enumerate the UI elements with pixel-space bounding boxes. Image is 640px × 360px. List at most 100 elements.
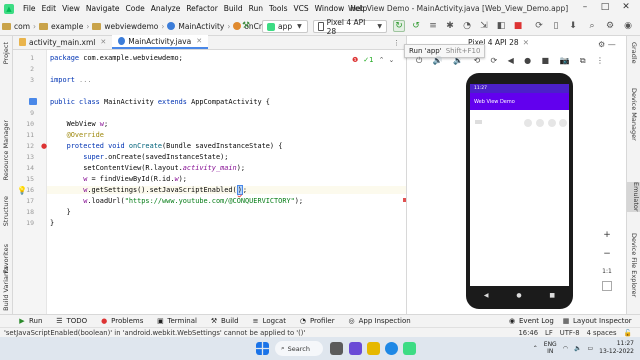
tool-terminal[interactable]: ▣ Terminal bbox=[156, 317, 197, 325]
chat-icon[interactable] bbox=[349, 342, 362, 355]
minimize-button[interactable]: – bbox=[576, 2, 594, 14]
overview-icon[interactable]: ■ bbox=[542, 56, 550, 68]
caret-position[interactable]: 16:46 bbox=[518, 329, 538, 337]
tool-emulator[interactable]: Emulator bbox=[627, 182, 640, 212]
code-editor[interactable]: package com.example.webviewdemo; import … bbox=[47, 50, 406, 314]
panel-options-icon[interactable]: ⚙ — bbox=[598, 40, 616, 49]
line-separator[interactable]: LF bbox=[545, 329, 553, 337]
rotate-left-icon[interactable]: ⟲ bbox=[473, 56, 480, 68]
volume-icon[interactable]: 🔈 bbox=[574, 345, 581, 352]
screenshot-icon[interactable]: 📷 bbox=[560, 56, 570, 68]
file-explorer-icon[interactable] bbox=[367, 342, 380, 355]
zoom-in-button[interactable]: + bbox=[600, 228, 614, 242]
close-button[interactable]: ✕ bbox=[617, 2, 635, 14]
coverage-icon[interactable]: ◧ bbox=[495, 20, 507, 32]
tool-layout-inspector[interactable]: ▦ Layout Inspector bbox=[562, 317, 632, 325]
chevron-up-icon[interactable]: ⌃ bbox=[379, 56, 385, 64]
breadcrumb-example[interactable]: example bbox=[51, 22, 83, 31]
nav-home-icon[interactable]: ● bbox=[516, 292, 521, 299]
apply-code-changes-icon[interactable]: ≡ bbox=[427, 20, 439, 32]
clock[interactable]: 11:27 13-12-2022 bbox=[599, 340, 634, 356]
nav-recents-icon[interactable]: ■ bbox=[549, 292, 555, 299]
zoom-actual-size-button[interactable]: 1:1 bbox=[600, 264, 614, 278]
menu-vcs[interactable]: VCS bbox=[290, 4, 311, 13]
settings-icon[interactable]: ⚙ bbox=[604, 20, 616, 32]
menu-code[interactable]: Code bbox=[123, 4, 148, 13]
android-studio-taskbar-icon[interactable] bbox=[403, 342, 416, 355]
make-project-hammer-icon[interactable]: ⚒ bbox=[240, 20, 252, 32]
power-icon[interactable]: ⏻ bbox=[416, 56, 422, 68]
menu-navigate[interactable]: Navigate bbox=[83, 4, 123, 13]
taskbar-search[interactable]: ⌕ Search bbox=[275, 341, 323, 356]
tool-build[interactable]: ⚒ Build bbox=[210, 317, 239, 325]
tool-todo[interactable]: ☰ TODO bbox=[55, 317, 87, 325]
tray-chevron-icon[interactable]: ⌃ bbox=[533, 345, 538, 352]
tool-device-file-explorer[interactable]: Device File Explorer bbox=[630, 233, 638, 297]
apply-changes-icon[interactable]: ↺ bbox=[410, 20, 422, 32]
volume-up-icon[interactable]: 🔊 bbox=[433, 56, 443, 68]
run-config-dropdown[interactable]: app ▼ bbox=[262, 20, 308, 33]
zoom-out-button[interactable]: − bbox=[600, 247, 614, 261]
menu-view[interactable]: View bbox=[59, 4, 83, 13]
debug-icon[interactable]: ✱ bbox=[444, 20, 456, 32]
menu-tools[interactable]: Tools bbox=[266, 4, 290, 13]
tool-app-inspection[interactable]: ◎ App Inspection bbox=[348, 317, 411, 325]
breadcrumb-mainactivity[interactable]: MainActivity bbox=[178, 22, 224, 31]
tab-menu-icon[interactable]: ⋮ bbox=[393, 39, 400, 47]
zoom-fit-button[interactable] bbox=[602, 281, 612, 291]
emulator-screen[interactable]: 11:27 Web View Demo bbox=[470, 84, 569, 286]
android-activity-icon[interactable] bbox=[29, 98, 37, 105]
rotate-right-icon[interactable]: ⟳ bbox=[491, 56, 498, 68]
inspection-widget[interactable]: ❶ 1 ✓1 ⌃ ⌄ bbox=[352, 56, 394, 64]
tool-structure[interactable]: Structure bbox=[2, 196, 10, 226]
device-manager-icon[interactable]: ▯ bbox=[550, 20, 562, 32]
tool-logcat[interactable]: ≡ Logcat bbox=[252, 317, 286, 325]
profile-icon[interactable]: ◔ bbox=[461, 20, 473, 32]
home-icon[interactable]: ● bbox=[524, 56, 531, 68]
wifi-icon[interactable]: ◠ bbox=[563, 345, 568, 352]
tool-project[interactable]: Project bbox=[2, 42, 10, 64]
search-icon[interactable]: ⌕ bbox=[586, 20, 598, 32]
volume-down-icon[interactable]: 🔉 bbox=[453, 56, 463, 68]
more-icon[interactable]: ⋮ bbox=[596, 56, 604, 68]
back-icon[interactable]: ◀ bbox=[508, 56, 514, 68]
windows-start-icon[interactable] bbox=[256, 342, 269, 355]
menu-build[interactable]: Build bbox=[221, 4, 246, 13]
breadcrumb-com[interactable]: com bbox=[14, 22, 30, 31]
tool-gradle[interactable]: Gradle bbox=[630, 42, 638, 64]
battery-icon[interactable]: ▭ bbox=[587, 345, 593, 352]
indent-setting[interactable]: 4 spaces bbox=[587, 329, 617, 337]
tool-device-manager[interactable]: Device Manager bbox=[630, 88, 638, 141]
close-tab-icon[interactable]: ✕ bbox=[100, 38, 106, 46]
menu-refactor[interactable]: Refactor bbox=[183, 4, 220, 13]
tool-problems[interactable]: ● Problems bbox=[100, 317, 143, 325]
tool-event-log[interactable]: ◉ Event Log bbox=[508, 317, 554, 325]
task-view-icon[interactable] bbox=[330, 342, 343, 355]
file-encoding[interactable]: UTF-8 bbox=[560, 329, 580, 337]
lock-icon[interactable]: 🔓 bbox=[624, 329, 632, 337]
edge-icon[interactable] bbox=[385, 342, 398, 355]
breadcrumb-webviewdemo[interactable]: webviewdemo bbox=[104, 22, 158, 31]
sync-gradle-icon[interactable]: ⟳ bbox=[533, 20, 545, 32]
tool-profiler[interactable]: ◔ Profiler bbox=[299, 317, 335, 325]
tool-resource-manager[interactable]: Resource Manager bbox=[2, 120, 10, 180]
language-indicator[interactable]: ENG IN bbox=[544, 341, 557, 355]
tab-activity-main-xml[interactable]: activity_main.xml ✕ bbox=[13, 35, 112, 49]
chevron-down-icon[interactable]: ⌄ bbox=[389, 56, 395, 64]
menu-window[interactable]: Window bbox=[312, 4, 348, 13]
menu-edit[interactable]: Edit bbox=[39, 4, 60, 13]
snapshot-icon[interactable]: ⧉ bbox=[580, 56, 586, 68]
rerun-icon[interactable]: ↻ bbox=[393, 20, 405, 32]
sdk-manager-icon[interactable]: ⬇ bbox=[567, 20, 579, 32]
device-dropdown[interactable]: Pixel 4 API 28 ▼ bbox=[313, 18, 387, 36]
tool-run[interactable]: ▶ Run bbox=[18, 317, 42, 325]
nav-back-icon[interactable]: ◀ bbox=[484, 292, 489, 299]
stop-icon[interactable]: ■ bbox=[512, 20, 524, 32]
menu-file[interactable]: File bbox=[20, 4, 39, 13]
menu-analyze[interactable]: Analyze bbox=[148, 4, 184, 13]
maximize-button[interactable]: □ bbox=[596, 2, 614, 14]
close-tab-icon[interactable]: ✕ bbox=[523, 38, 529, 47]
close-tab-icon[interactable]: ✕ bbox=[196, 37, 202, 45]
tab-mainactivity-java[interactable]: MainActivity.java ✕ bbox=[112, 35, 209, 49]
lightbulb-icon[interactable]: 💡 bbox=[17, 186, 27, 195]
